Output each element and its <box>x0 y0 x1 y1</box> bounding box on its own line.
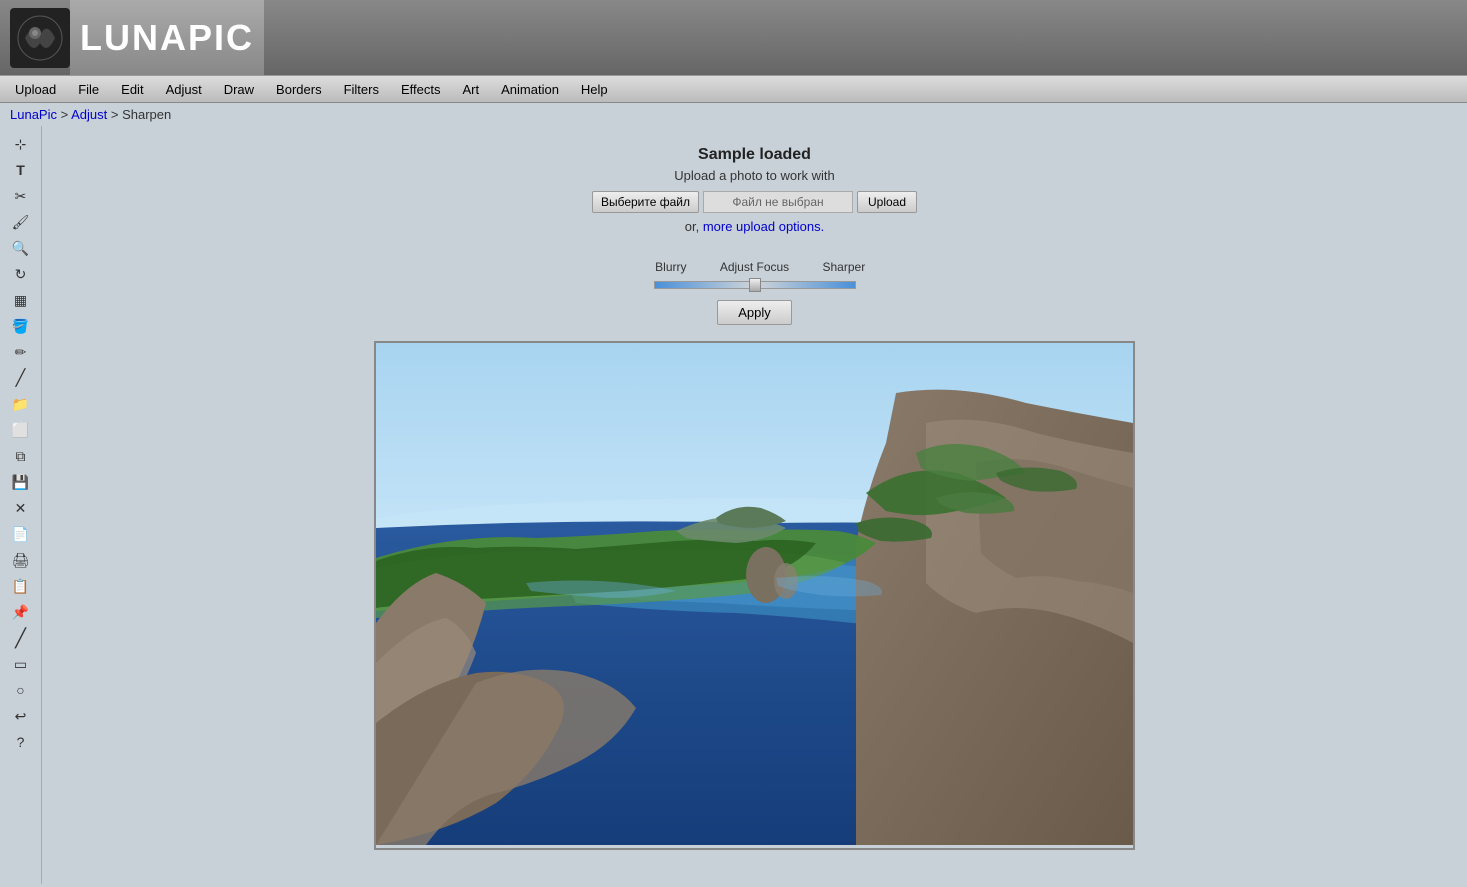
slider-left-track <box>654 281 749 289</box>
breadcrumb-current: Sharpen <box>122 107 171 122</box>
zoom-tool[interactable]: 🔍 <box>6 236 36 260</box>
breadcrumb: LunaPic > Adjust > Sharpen <box>0 103 1467 126</box>
nav-effects[interactable]: Effects <box>390 78 452 101</box>
pencil-tool[interactable]: ╱ <box>6 366 36 390</box>
move-tool[interactable]: ⊹ <box>6 132 36 156</box>
file-choose-button[interactable]: Выберите файл <box>592 191 699 213</box>
breadcrumb-sep1: > <box>57 107 71 122</box>
ellipse-tool[interactable]: ○ <box>6 678 36 702</box>
nav-help[interactable]: Help <box>570 78 619 101</box>
main-layout: ⊹ T ✂ 🖌 🔍 ↻ ▦ 🪣 ✏ ╱ 📁 ⬜ ⧉ 💾 ✕ 📄 🖨 📋 📌 ╱ … <box>0 126 1467 884</box>
image-container <box>374 341 1135 850</box>
nav-file[interactable]: File <box>67 78 110 101</box>
text-tool[interactable]: T <box>6 158 36 182</box>
sharper-label: Sharper <box>815 260 935 274</box>
grid-tool[interactable]: ▦ <box>6 288 36 312</box>
sharpen-control: Blurry Adjust Focus Sharper Apply <box>575 260 935 325</box>
paste-tool[interactable]: 📌 <box>6 600 36 624</box>
apply-button[interactable]: Apply <box>717 300 792 325</box>
nav-adjust[interactable]: Adjust <box>155 78 213 101</box>
breadcrumb-sep2: > <box>107 107 122 122</box>
logo-area: LUNAPIC <box>10 0 264 75</box>
nav-art[interactable]: Art <box>451 78 490 101</box>
eyedropper-tool[interactable]: ✏ <box>6 340 36 364</box>
folder-tool[interactable]: 📁 <box>6 392 36 416</box>
new-tool[interactable]: 📄 <box>6 522 36 546</box>
header: LUNAPIC <box>0 0 1467 75</box>
help-tool[interactable]: ? <box>6 730 36 754</box>
content-area: Sample loaded Upload a photo to work wit… <box>42 126 1467 884</box>
navbar: Upload File Edit Adjust Draw Borders Fil… <box>0 75 1467 103</box>
nav-filters[interactable]: Filters <box>333 78 390 101</box>
nav-upload[interactable]: Upload <box>4 78 67 101</box>
lunapic-logo-icon <box>10 8 70 68</box>
or-text: or, more upload options. <box>592 219 917 234</box>
file-name-display: Файл не выбран <box>703 191 853 213</box>
copy-tool[interactable]: 📋 <box>6 574 36 598</box>
slider-right-track <box>761 281 856 289</box>
eraser-tool[interactable]: ⬜ <box>6 418 36 442</box>
paint-tool[interactable]: 🖌 <box>6 210 36 234</box>
save-tool[interactable]: 💾 <box>6 470 36 494</box>
nav-borders[interactable]: Borders <box>265 78 333 101</box>
toolbar: ⊹ T ✂ 🖌 🔍 ↻ ▦ 🪣 ✏ ╱ 📁 ⬜ ⧉ 💾 ✕ 📄 🖨 📋 📌 ╱ … <box>0 126 42 884</box>
upload-panel: Sample loaded Upload a photo to work wit… <box>592 146 917 242</box>
sharpen-slider-row <box>654 278 856 292</box>
print-tool[interactable]: 🖨 <box>6 548 36 572</box>
undo-tool[interactable]: ↩ <box>6 704 36 728</box>
scissors-tool[interactable]: ✂ <box>6 184 36 208</box>
slider-thumb[interactable] <box>749 278 761 292</box>
close-tool[interactable]: ✕ <box>6 496 36 520</box>
upload-row: Выберите файл Файл не выбран Upload <box>592 191 917 213</box>
nav-draw[interactable]: Draw <box>213 78 265 101</box>
blurry-label: Blurry <box>575 260 695 274</box>
nav-animation[interactable]: Animation <box>490 78 570 101</box>
nav-edit[interactable]: Edit <box>110 78 154 101</box>
breadcrumb-adjust[interactable]: Adjust <box>71 107 107 122</box>
breadcrumb-lunapic[interactable]: LunaPic <box>10 107 57 122</box>
logo-text: LUNAPIC <box>70 0 264 75</box>
adjust-focus-label: Adjust Focus <box>695 260 815 274</box>
more-options-link[interactable]: more upload options. <box>703 219 824 234</box>
fill-tool[interactable]: 🪣 <box>6 314 36 338</box>
rect-tool[interactable]: ▭ <box>6 652 36 676</box>
upload-title: Sample loaded <box>592 146 917 164</box>
upload-button[interactable]: Upload <box>857 191 917 213</box>
clone-tool[interactable]: ⧉ <box>6 444 36 468</box>
rotate-tool[interactable]: ↻ <box>6 262 36 286</box>
sharpen-labels: Blurry Adjust Focus Sharper <box>575 260 935 274</box>
upload-subtitle: Upload a photo to work with <box>592 168 917 183</box>
line-tool[interactable]: ╱ <box>6 626 36 650</box>
sample-image <box>376 343 1133 845</box>
